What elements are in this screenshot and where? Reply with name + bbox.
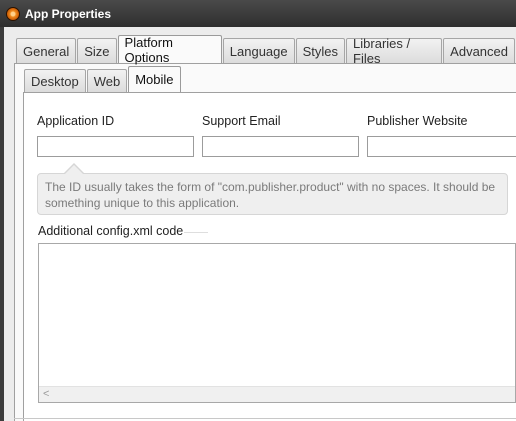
horizontal-scrollbar[interactable]: < (39, 386, 515, 402)
main-tab-bar: General Size Platform Options Language S… (16, 35, 516, 66)
tab-general[interactable]: General (16, 38, 77, 63)
config-label-divider (184, 232, 208, 233)
tab-advanced[interactable]: Advanced (443, 38, 515, 63)
app-logo-icon (6, 6, 20, 21)
hint-pointer-fill (65, 165, 83, 174)
config-xml-editor: < (38, 243, 516, 403)
chevron-left-icon[interactable]: < (43, 388, 49, 400)
app-properties-window: App Properties General Size Platform Opt… (0, 0, 516, 421)
subtab-desktop[interactable]: Desktop (24, 69, 86, 92)
tab-size[interactable]: Size (77, 38, 117, 63)
tab-platform-options[interactable]: Platform Options (117, 35, 222, 65)
platform-subtab-bar: Desktop Web Mobile (24, 66, 182, 92)
panel-bottom-edge (14, 418, 516, 419)
application-id-hint: The ID usually takes the form of "com.pu… (37, 173, 508, 215)
application-id-label: Application ID (37, 114, 115, 128)
window-title: App Properties (25, 6, 112, 21)
title-bar[interactable]: App Properties (0, 0, 516, 27)
subtab-mobile[interactable]: Mobile (128, 66, 181, 92)
support-email-field[interactable] (202, 136, 359, 157)
tab-libraries-files[interactable]: Libraries / Files (346, 36, 443, 66)
config-xml-label: Additional config.xml code (38, 224, 184, 238)
tab-language[interactable]: Language (222, 38, 295, 63)
config-xml-textarea[interactable] (39, 244, 515, 384)
publisher-website-field[interactable] (367, 136, 516, 157)
tab-styles[interactable]: Styles (295, 38, 346, 63)
publisher-website-label: Publisher Website (367, 114, 468, 128)
support-email-label: Support Email (202, 114, 281, 128)
application-id-field[interactable] (37, 136, 194, 157)
subtab-web[interactable]: Web (86, 69, 128, 92)
